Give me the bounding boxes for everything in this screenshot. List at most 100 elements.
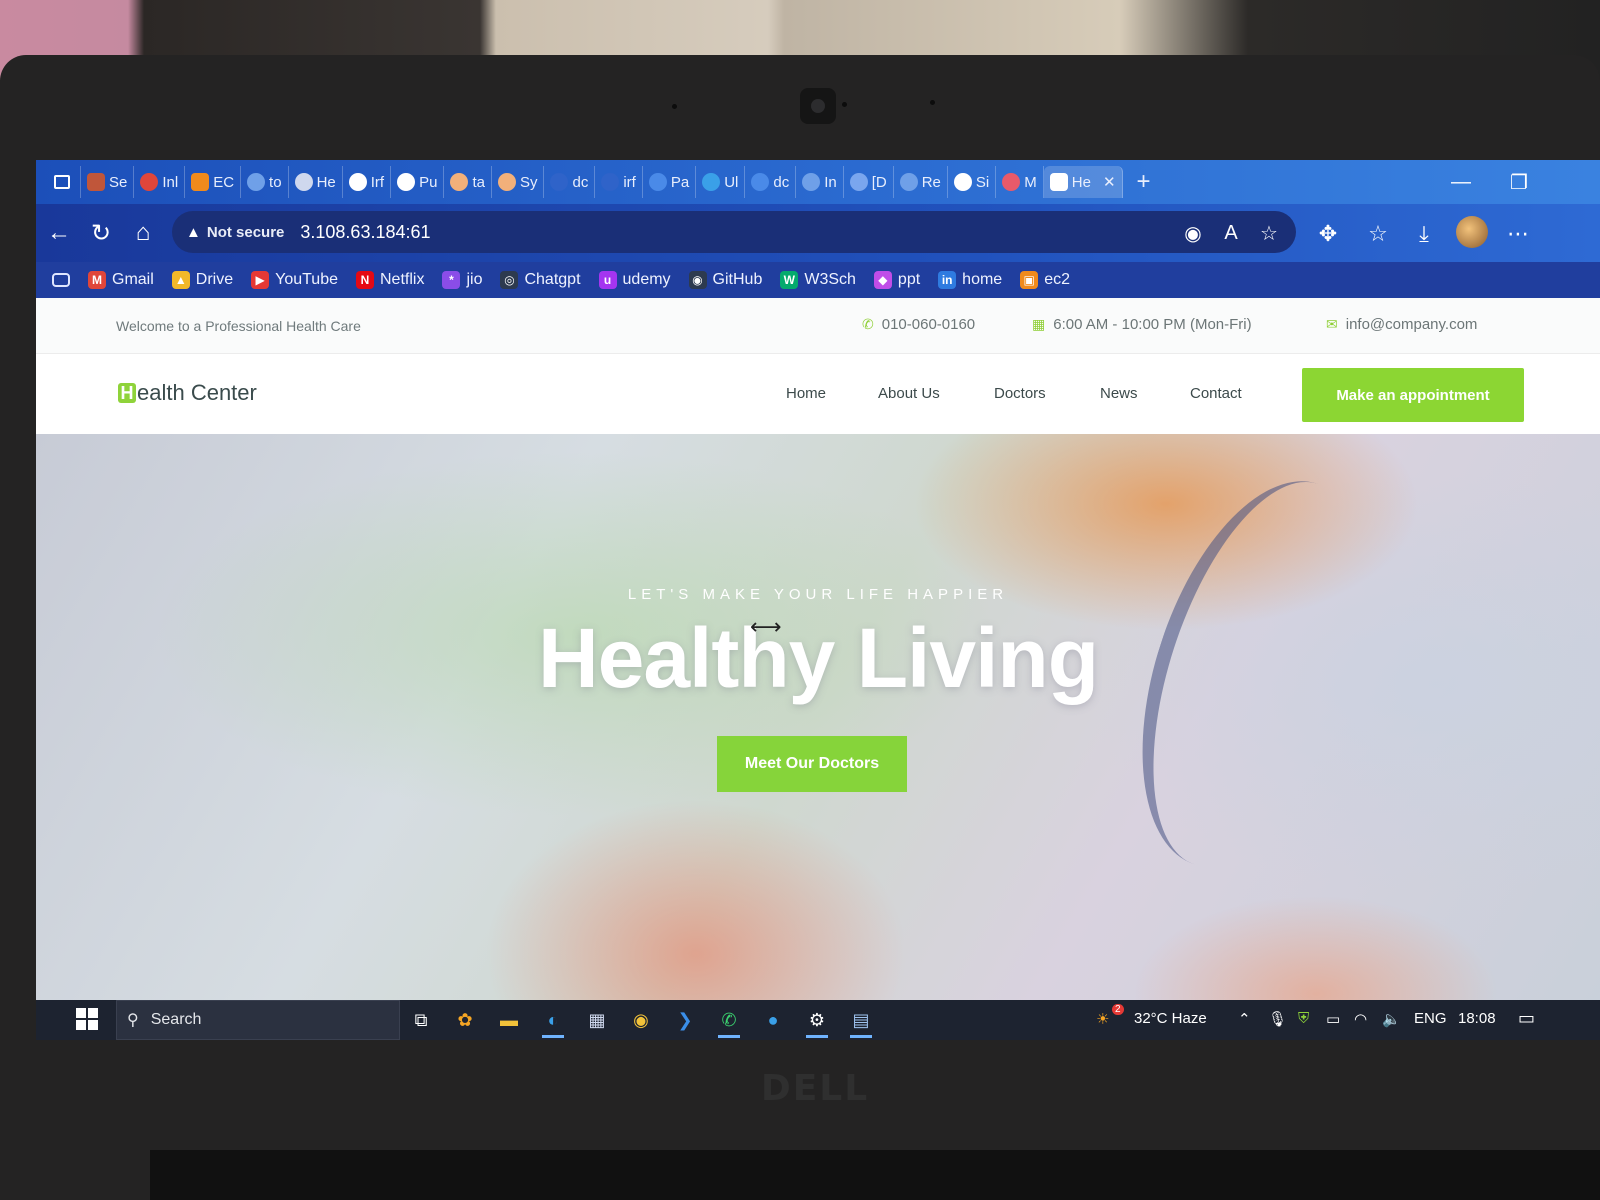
bookmark-label: home bbox=[962, 271, 1003, 288]
tracking-prevention-icon[interactable]: ◉ bbox=[1180, 220, 1206, 246]
sidebar-toggle-button[interactable] bbox=[52, 273, 70, 287]
settings-icon[interactable]: ⚙ bbox=[802, 1006, 832, 1038]
bookmark-label: Netflix bbox=[380, 271, 425, 288]
weather-badge: 2 bbox=[1112, 1004, 1124, 1015]
tab-title: Irf bbox=[370, 173, 385, 191]
browser-tab[interactable]: Re bbox=[894, 166, 948, 198]
copilot-icon[interactable]: ✿ bbox=[450, 1006, 480, 1034]
whatsapp-icon[interactable]: ✆ bbox=[714, 1006, 744, 1038]
bookmark-youtube[interactable]: ▶ YouTube bbox=[251, 271, 338, 289]
browser-tab[interactable]: Ul bbox=[696, 166, 746, 198]
nav-contact[interactable]: Contact bbox=[1190, 385, 1242, 402]
browser-tab[interactable]: Si bbox=[948, 166, 997, 198]
make-appointment-button[interactable]: Make an appointment bbox=[1302, 368, 1524, 422]
language-indicator[interactable]: ENG bbox=[1414, 1010, 1447, 1027]
restore-button[interactable]: ❐ bbox=[1496, 160, 1542, 204]
email-address[interactable]: info@company.com bbox=[1346, 316, 1478, 333]
bookmark-netflix[interactable]: N Netflix bbox=[356, 271, 424, 289]
volume-icon[interactable]: 🔈 bbox=[1382, 1010, 1401, 1028]
tab-title: Re bbox=[921, 173, 941, 191]
security-label[interactable]: Not secure bbox=[207, 224, 285, 241]
store-icon[interactable]: ▦ bbox=[582, 1006, 612, 1034]
browser-tab[interactable]: dc bbox=[745, 166, 797, 198]
clock[interactable]: 18:08 bbox=[1458, 1010, 1496, 1027]
more-menu-icon[interactable]: ⋯ bbox=[1502, 218, 1534, 250]
downloads-icon[interactable]: ⤓ bbox=[1408, 218, 1440, 250]
nav-home[interactable]: Home bbox=[786, 385, 826, 402]
logo-text: ealth Center bbox=[137, 380, 257, 405]
taskbar-search-input[interactable]: ⚲ Search bbox=[116, 1000, 400, 1040]
notification-icon[interactable]: ▭ bbox=[1518, 1008, 1535, 1029]
bookmark-chatgpt[interactable]: ◎ Chatgpt bbox=[500, 271, 581, 289]
messenger-icon[interactable]: ● bbox=[758, 1006, 788, 1034]
bookmark-ppt[interactable]: ◆ ppt bbox=[873, 271, 920, 289]
circle-icon bbox=[751, 173, 770, 191]
site-topbar: Welcome to a Professional Health Care ✆ … bbox=[36, 298, 1600, 354]
browser-tab[interactable]: M bbox=[996, 166, 1044, 198]
browser-tab[interactable]: Inl bbox=[134, 166, 186, 198]
nav-news[interactable]: News bbox=[1100, 385, 1138, 402]
notepad-icon[interactable]: ▤ bbox=[846, 1006, 876, 1038]
hero-banner: LET'S MAKE YOUR LIFE HAPPIER Healthy Liv… bbox=[36, 434, 1600, 1000]
screen: Se Inl EC to He Irf Pu ta Sy dc irf Pa Ul dc In [D Re Si M… bbox=[36, 160, 1600, 1040]
weather-text[interactable]: 32°C Haze bbox=[1134, 1010, 1207, 1027]
bookmark-udemy[interactable]: u udemy bbox=[598, 271, 671, 289]
minimize-button[interactable]: — bbox=[1438, 160, 1484, 204]
refresh-button[interactable]: ↻ bbox=[86, 218, 116, 248]
bookmark-github[interactable]: ◉ GitHub bbox=[688, 271, 762, 289]
nav-about-us[interactable]: About Us bbox=[878, 385, 940, 402]
browser-tab[interactable]: Pa bbox=[643, 166, 697, 198]
profile-avatar[interactable] bbox=[1456, 216, 1488, 248]
meet-our-doctors-button[interactable]: Meet Our Doctors bbox=[717, 736, 907, 792]
new-tab-button[interactable]: + bbox=[1123, 166, 1165, 198]
home-button[interactable]: ⌂ bbox=[128, 218, 158, 248]
browser-tab[interactable]: He ✕ bbox=[1043, 166, 1123, 198]
avatar-icon bbox=[450, 173, 469, 191]
browser-tab[interactable]: Pu bbox=[391, 166, 445, 198]
favorite-star-icon[interactable]: ☆ bbox=[1256, 220, 1282, 246]
browser-tab[interactable]: In bbox=[796, 166, 844, 198]
wifi-icon[interactable]: ◠ bbox=[1354, 1010, 1367, 1028]
chrome-icon[interactable]: ◉ bbox=[626, 1006, 656, 1034]
read-aloud-icon[interactable]: A bbox=[1218, 220, 1244, 246]
browser-tab[interactable]: ta bbox=[444, 166, 492, 198]
bookmark-w3sch[interactable]: W W3Sch bbox=[780, 271, 856, 289]
task-view-icon[interactable]: ⧉ bbox=[406, 1006, 436, 1034]
windows-start-icon[interactable] bbox=[76, 1008, 98, 1030]
security-shield-icon[interactable]: ⛨ bbox=[1298, 1010, 1309, 1027]
file-explorer-icon[interactable]: ▬ bbox=[494, 1006, 524, 1034]
refresh-icon: ↻ bbox=[90, 219, 112, 247]
back-button[interactable]: ← bbox=[44, 218, 74, 248]
site-logo[interactable]: H ealth Center bbox=[118, 380, 257, 406]
phone-info: ✆ 010-060-0160 bbox=[862, 316, 975, 333]
chevron-up-icon[interactable]: ⌃ bbox=[1238, 1010, 1251, 1028]
favorites-icon[interactable]: ☆ bbox=[1362, 218, 1394, 250]
bookmark-jio[interactable]: * jio bbox=[442, 271, 482, 289]
extensions-icon[interactable]: ✥ bbox=[1312, 218, 1344, 250]
tab-title: EC bbox=[213, 173, 235, 191]
weather-icon[interactable]: ☀ bbox=[1096, 1010, 1109, 1028]
nav-doctors[interactable]: Doctors bbox=[994, 385, 1046, 402]
browser-tab[interactable]: Sy bbox=[492, 166, 545, 198]
browser-tab[interactable]: Irf bbox=[343, 166, 392, 198]
microphone-icon[interactable]: 🎙 bbox=[1268, 1010, 1287, 1028]
address-bar[interactable]: ▲ Not secure 3.108.63.184:61 ◉ A ☆ bbox=[172, 211, 1296, 253]
browser-tab[interactable]: [D bbox=[844, 166, 894, 198]
bookmark-home[interactable]: in home bbox=[938, 271, 1002, 289]
browser-tab[interactable]: EC bbox=[185, 166, 242, 198]
tab-actions-button[interactable] bbox=[44, 166, 81, 198]
edge-icon[interactable]: ◐ bbox=[538, 1006, 568, 1038]
bookmark-ec2[interactable]: ▣ ec2 bbox=[1020, 271, 1070, 289]
browser-tab[interactable]: Se bbox=[81, 166, 135, 198]
browser-tab[interactable]: dc bbox=[544, 166, 596, 198]
browser-tab[interactable]: irf bbox=[595, 166, 643, 198]
battery-icon[interactable]: ▭ bbox=[1326, 1010, 1340, 1028]
vscode-icon[interactable]: ❯ bbox=[670, 1006, 700, 1034]
tab-title: Pu bbox=[419, 173, 438, 191]
browser-tab[interactable]: to bbox=[241, 166, 289, 198]
tab-title: dc bbox=[773, 173, 790, 191]
bookmark-gmail[interactable]: M Gmail bbox=[88, 271, 154, 289]
browser-tab[interactable]: He bbox=[289, 166, 343, 198]
close-tab-icon[interactable]: ✕ bbox=[1103, 173, 1116, 191]
bookmark-drive[interactable]: ▲ Drive bbox=[171, 271, 233, 289]
